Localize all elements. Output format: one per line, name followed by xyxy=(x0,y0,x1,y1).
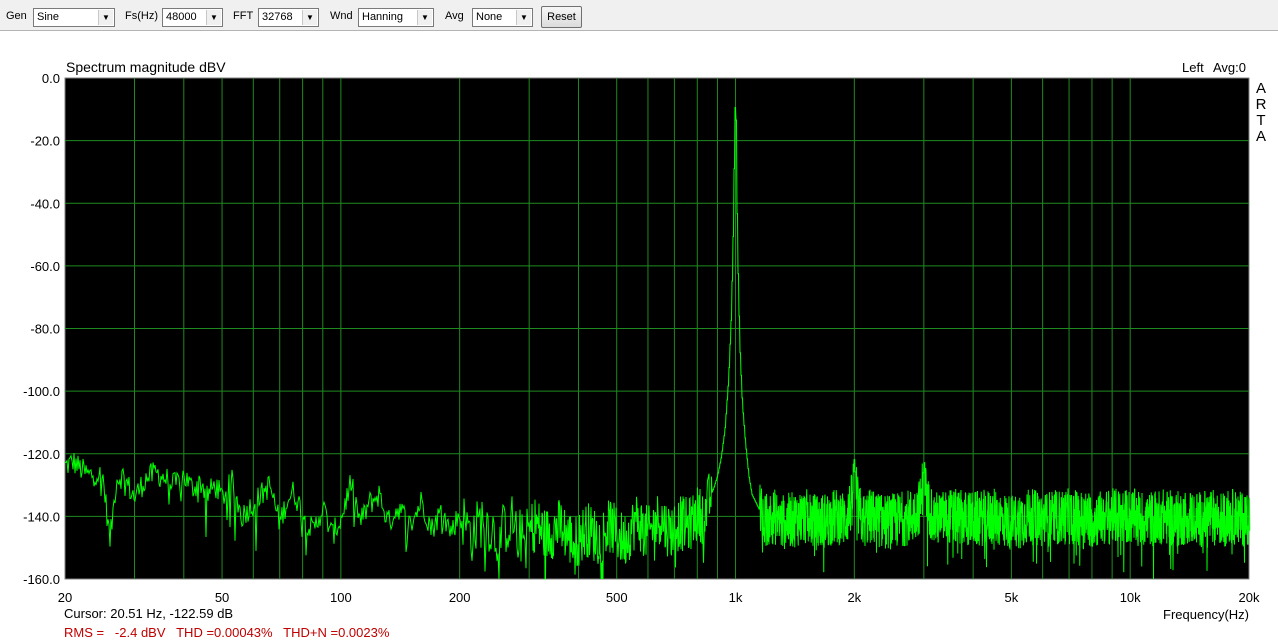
x-axis-label: Frequency(Hz) xyxy=(1163,607,1249,622)
wnd-select[interactable]: Hanning ▼ xyxy=(358,8,434,27)
brand-letter: A xyxy=(1256,80,1266,97)
fft-select-value: 32768 xyxy=(262,11,293,23)
x-tick-label: 5k xyxy=(1005,590,1019,605)
gen-select-value: Sine xyxy=(37,11,60,23)
chevron-down-icon: ▼ xyxy=(98,10,113,25)
x-tick-label: 500 xyxy=(606,590,628,605)
avg-select[interactable]: None ▼ xyxy=(472,8,533,27)
y-tick-label: -60.0 xyxy=(30,259,60,274)
avg-select-value: None xyxy=(476,11,503,23)
gen-select[interactable]: Sine ▼ xyxy=(33,8,115,27)
average-count-label: Avg:0 xyxy=(1213,60,1246,75)
y-tick-label: -80.0 xyxy=(30,322,60,337)
wnd-select-value: Hanning xyxy=(362,11,403,23)
channel-label: Left xyxy=(1182,60,1204,75)
chevron-down-icon: ▼ xyxy=(516,10,531,25)
chevron-down-icon: ▼ xyxy=(206,10,221,25)
x-tick-label: 2k xyxy=(847,590,861,605)
y-tick-label: -40.0 xyxy=(30,196,60,211)
fs-label: Fs(Hz) xyxy=(125,10,158,22)
x-tick-label: 200 xyxy=(449,590,471,605)
y-axis: 0.0 -20.0 -40.0 -60.0 -80.0 -100.0 -120.0 -140.… xyxy=(23,71,60,587)
x-tick-label: 50 xyxy=(215,590,229,605)
fft-label: FFT xyxy=(233,10,254,22)
chevron-down-icon: ▼ xyxy=(417,10,432,25)
x-tick-label: 1k xyxy=(729,590,743,605)
y-tick-label: -160.0 xyxy=(23,572,60,587)
x-tick-label: 10k xyxy=(1120,590,1141,605)
fft-select[interactable]: 32768 ▼ xyxy=(258,8,319,27)
measurement-readout: RMS = -2.4 dBV THD =0.00043% THD+N =0.00… xyxy=(64,625,390,640)
avg-label: Avg xyxy=(445,10,464,22)
chevron-down-icon: ▼ xyxy=(302,10,317,25)
y-tick-label: 0.0 xyxy=(42,71,60,86)
brand-letter: R xyxy=(1256,96,1267,113)
fs-select-value: 48000 xyxy=(166,11,197,23)
spectrum-chart[interactable]: 0.0 -20.0 -40.0 -60.0 -80.0 -100.0 -120.0 -140.… xyxy=(0,31,1278,643)
toolbar: Gen Sine ▼ Fs(Hz) 48000 ▼ FFT 32768 ▼ Wn… xyxy=(0,0,1278,31)
x-tick-label: 20 xyxy=(58,590,72,605)
y-tick-label: -140.0 xyxy=(23,509,60,524)
brand-letter: A xyxy=(1256,128,1266,145)
gen-label: Gen xyxy=(6,10,27,22)
chart-title: Spectrum magnitude dBV xyxy=(66,59,226,75)
reset-button[interactable]: Reset xyxy=(541,6,582,28)
wnd-label: Wnd xyxy=(330,10,353,22)
x-tick-label: 20k xyxy=(1239,590,1260,605)
y-tick-label: -100.0 xyxy=(23,384,60,399)
y-tick-label: -20.0 xyxy=(30,134,60,149)
x-tick-label: 100 xyxy=(330,590,352,605)
x-axis: 20 50 100 200 500 1k 2k 5k 10k 20k xyxy=(58,590,1260,605)
fs-select[interactable]: 48000 ▼ xyxy=(162,8,223,27)
y-tick-label: -120.0 xyxy=(23,447,60,462)
brand-letter: T xyxy=(1256,112,1265,129)
cursor-readout: Cursor: 20.51 Hz, -122.59 dB xyxy=(64,606,233,621)
